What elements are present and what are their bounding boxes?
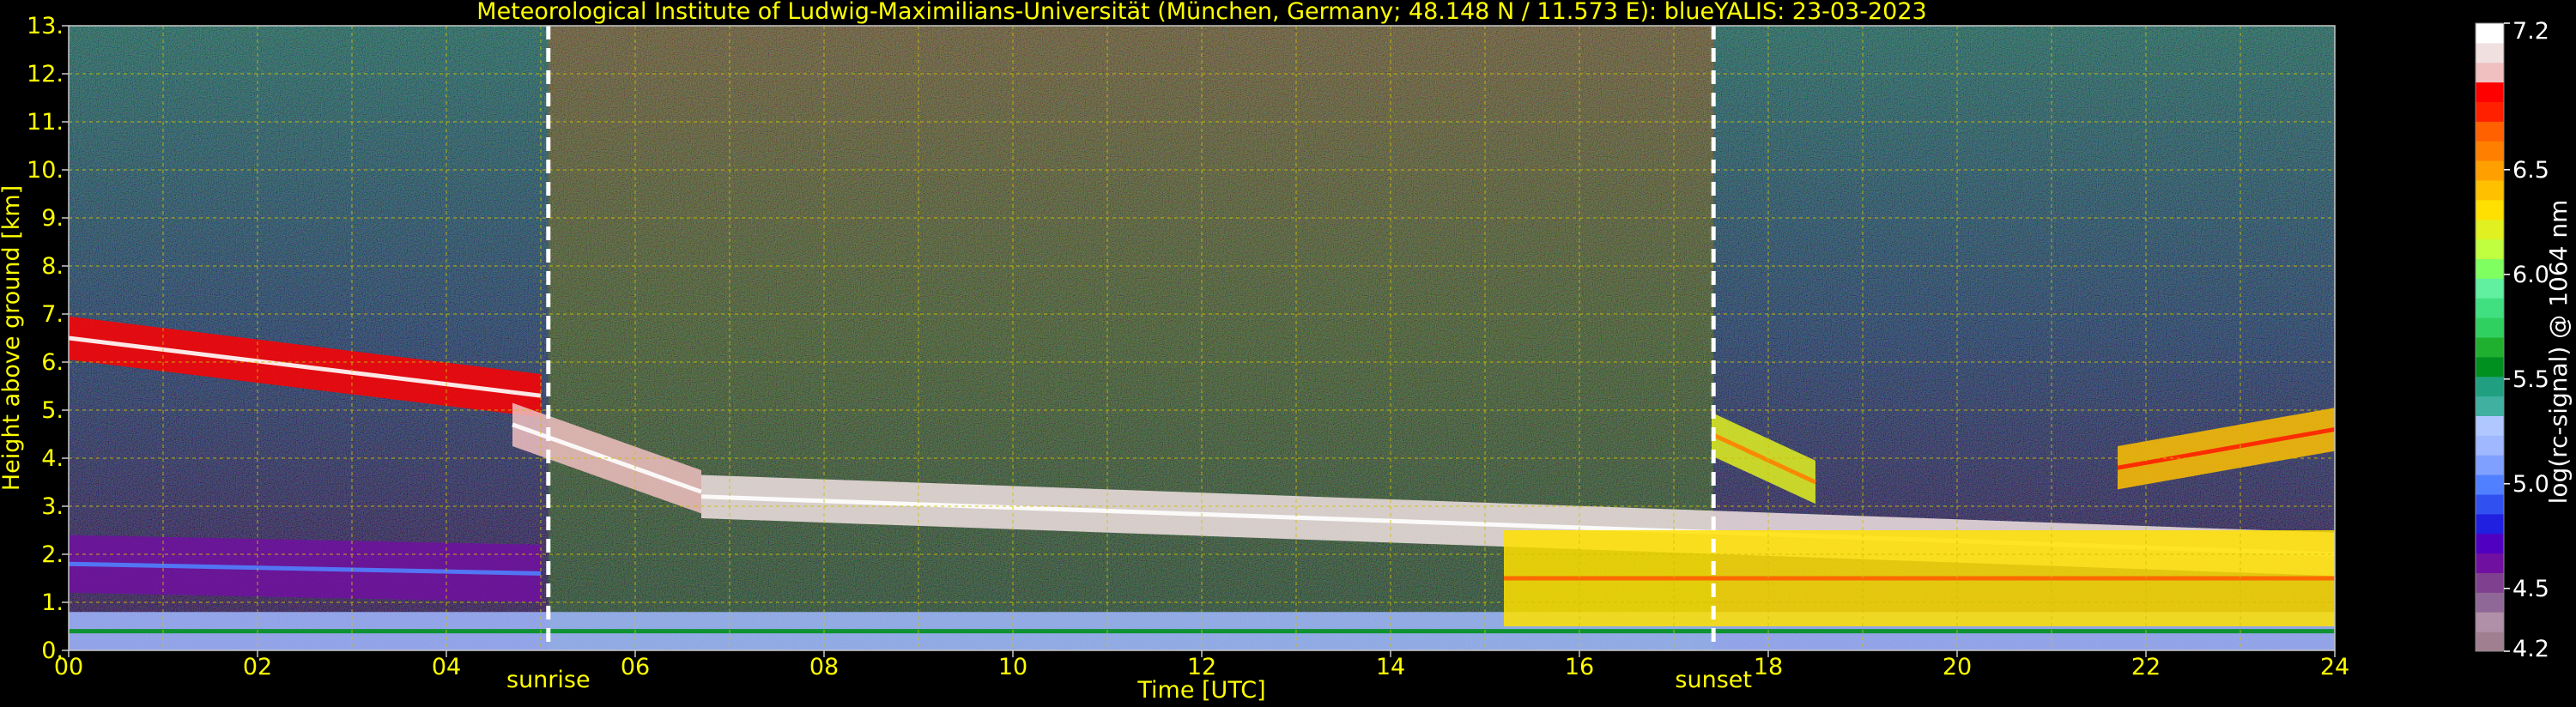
y-tick-label: 4.: [41, 445, 64, 472]
colorbar-swatch: [2476, 101, 2504, 122]
colorbar-swatch: [2476, 533, 2504, 554]
colorbar-swatch: [2476, 631, 2504, 652]
x-tick-label: 24: [2320, 654, 2349, 680]
y-tick-label: 2.: [41, 541, 64, 568]
colorbar-swatch: [2476, 356, 2504, 378]
colorbar-swatch: [2476, 494, 2504, 515]
y-tick-label: 8.: [41, 253, 64, 280]
colorbar-swatch: [2476, 455, 2504, 475]
y-tick-label: 0.: [41, 638, 64, 664]
x-tick-label: 16: [1565, 654, 1594, 680]
colorbar-swatch: [2476, 23, 2504, 44]
y-tick-label: 1.: [41, 589, 64, 616]
colorbar: 4.24.55.05.56.06.57.2 log(rc-signal) @ 1…: [2475, 18, 2573, 662]
colorbar-ticks: 4.24.55.05.56.06.57.2: [2504, 18, 2549, 662]
colorbar-swatch: [2476, 258, 2504, 279]
colorbar-swatch: [2476, 160, 2504, 181]
colorbar-swatch: [2476, 435, 2504, 456]
colorbar-tick-label: 4.2: [2512, 636, 2549, 662]
y-tick-label: 12.: [27, 61, 64, 88]
colorbar-swatch: [2476, 141, 2504, 161]
chart-title: Meteorological Institute of Ludwig-Maxim…: [476, 0, 1926, 25]
y-tick-label: 9.: [41, 205, 64, 232]
x-tick-label: 02: [243, 654, 272, 680]
y-tick-label: 13.: [27, 13, 64, 39]
colorbar-swatch: [2476, 278, 2504, 299]
colorbar-swatch: [2476, 317, 2504, 338]
colorbar-swatch: [2476, 474, 2504, 495]
y-tick-label: 6.: [41, 349, 64, 376]
x-tick-label: 06: [621, 654, 650, 680]
colorbar-tick-label: 6.5: [2512, 157, 2549, 184]
colorbar-swatch: [2476, 513, 2504, 535]
colorbar-swatch: [2476, 572, 2504, 593]
colorbar-swatch: [2476, 337, 2504, 358]
colorbar-swatch: [2476, 42, 2504, 63]
x-tick-label: 04: [432, 654, 461, 680]
x-tick-label: 22: [2131, 654, 2161, 680]
colorbar-tick-label: 4.5: [2512, 576, 2549, 602]
colorbar-swatch: [2476, 396, 2504, 416]
y-tick-label: 11.: [27, 109, 64, 136]
colorbar-swatch: [2476, 121, 2504, 142]
colorbar-tick-label: 7.2: [2512, 18, 2549, 45]
sunset-label: sunset: [1675, 667, 1752, 693]
colorbar-swatch: [2476, 82, 2504, 102]
colorbar-swatch: [2476, 219, 2504, 240]
colorbar-swatch: [2476, 592, 2504, 613]
colorbar-label: log(rc-signal) @ 1064 nm: [2544, 200, 2573, 505]
x-tick-label: 14: [1376, 654, 1405, 680]
colorbar-swatches: [2476, 23, 2504, 652]
y-tick-label: 7.: [41, 301, 64, 328]
x-tick-label: 20: [1943, 654, 1972, 680]
y-tick-label: 3.: [41, 493, 64, 520]
x-tick-label: 10: [998, 654, 1027, 680]
x-axis-label: Time [UTC]: [1136, 677, 1265, 704]
colorbar-swatch: [2476, 298, 2504, 318]
colorbar-swatch: [2476, 612, 2504, 632]
colorbar-swatch: [2476, 239, 2504, 259]
y-tick-label: 5.: [41, 397, 64, 424]
colorbar-swatch: [2476, 62, 2504, 83]
x-tick-label: 08: [809, 654, 839, 680]
y-axis-label: Height above ground [km]: [0, 185, 25, 491]
colorbar-swatch: [2476, 415, 2504, 436]
x-axis-ticks: 00 02 04 06 08 10 12 14 16 18 20 22 24: [54, 650, 2349, 680]
x-tick-label: 18: [1754, 654, 1783, 680]
colorbar-swatch: [2476, 376, 2504, 397]
colorbar-swatch: [2476, 553, 2504, 573]
y-axis-ticks: 0. 1. 2. 3. 4. 5. 6. 7. 8. 9. 10. 11. 12. 13.: [27, 13, 69, 664]
colorbar-swatch: [2476, 199, 2504, 221]
lidar-chart: sunrise sunset 00 02 04 06 08 10 12 14 16 18 20 22 24…: [0, 0, 2573, 704]
y-tick-label: 10.: [27, 157, 64, 184]
colorbar-swatch: [2476, 180, 2504, 201]
sunrise-label: sunrise: [506, 667, 591, 693]
